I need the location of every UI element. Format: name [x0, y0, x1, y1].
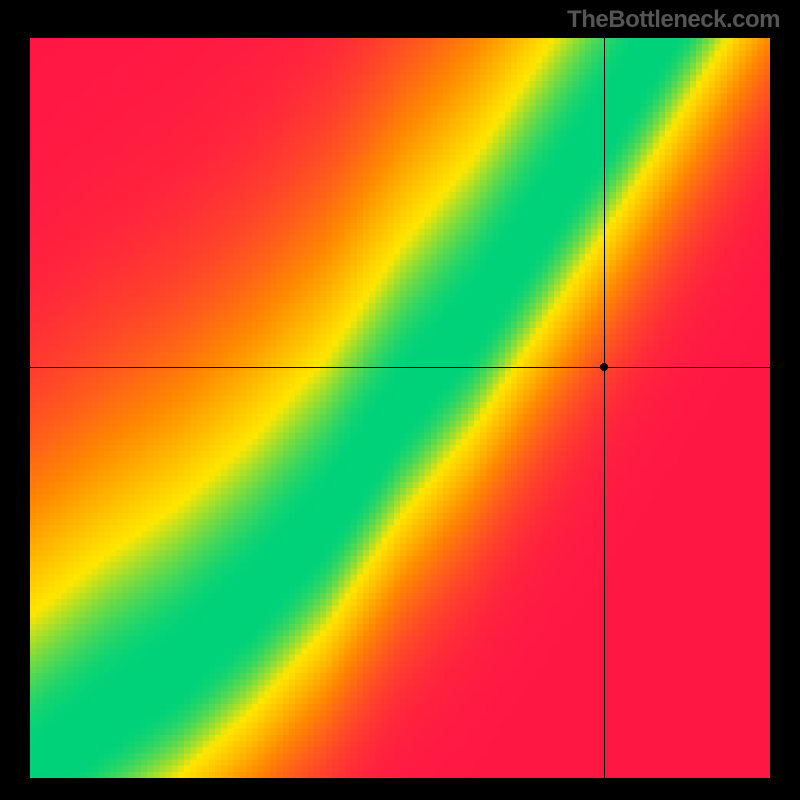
crosshair-vertical	[604, 38, 605, 778]
crosshair-horizontal	[30, 367, 770, 368]
heatmap-plot	[30, 38, 770, 778]
watermark-text: TheBottleneck.com	[567, 6, 780, 34]
crosshair-marker-dot	[600, 363, 608, 371]
heatmap-canvas	[30, 38, 770, 778]
